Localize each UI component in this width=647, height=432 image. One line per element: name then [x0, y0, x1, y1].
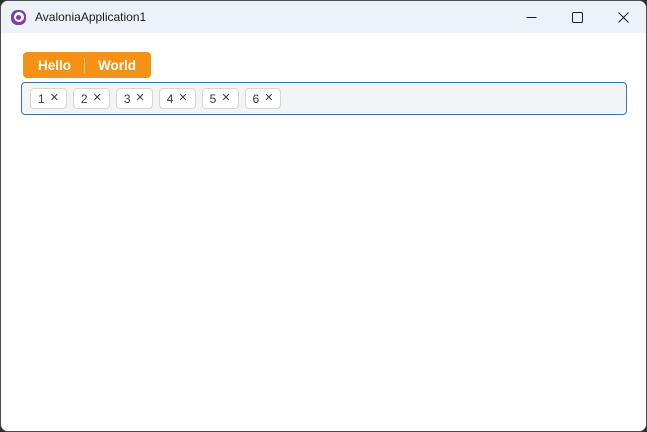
chip-label: 1 — [38, 91, 45, 106]
chip: 3 ✕ — [115, 88, 153, 109]
hello-world-split-button: Hello World — [23, 52, 152, 78]
chip-remove-button[interactable]: ✕ — [264, 93, 273, 104]
chip-label: 6 — [252, 91, 260, 106]
chip-label: 5 — [209, 91, 217, 106]
close-button[interactable] — [600, 1, 646, 33]
chip-label: 3 — [123, 91, 131, 106]
chips-input[interactable]: 1 ✕ 2 ✕ 3 ✕ 4 ✕ 5 ✕ 6 ✕ — [21, 82, 627, 115]
hello-button[interactable]: Hello — [23, 52, 84, 78]
chip-remove-button[interactable]: ✕ — [178, 93, 187, 104]
close-icon — [617, 11, 629, 23]
chip: 2 ✕ — [72, 88, 110, 109]
window-title: AvaloniaApplication1 — [35, 10, 147, 24]
chip: 1 ✕ — [30, 88, 67, 109]
chip: 5 ✕ — [201, 88, 239, 109]
chip-remove-button[interactable]: ✕ — [136, 93, 145, 104]
chip-remove-button[interactable]: ✕ — [93, 93, 102, 104]
caption-buttons — [508, 1, 646, 33]
chip-label: 4 — [166, 91, 174, 106]
chip: 4 ✕ — [158, 88, 196, 109]
chip: 6 ✕ — [244, 88, 282, 109]
title-bar[interactable]: AvaloniaApplication1 — [1, 1, 646, 33]
chip-remove-button[interactable]: ✕ — [221, 93, 230, 104]
chip-label: 2 — [80, 91, 88, 106]
chip-remove-button[interactable]: ✕ — [50, 93, 59, 104]
main-content: Hello World 1 ✕ 2 ✕ 3 ✕ 4 ✕ 5 ✕ 6 ✕ — [1, 33, 646, 431]
avalonia-logo-icon[interactable] — [11, 9, 26, 25]
maximize-button[interactable] — [554, 1, 600, 33]
app-window: AvaloniaApplication1 Hello World 1 ✕ 2 ✕… — [0, 0, 647, 432]
world-button[interactable]: World — [85, 52, 151, 78]
minimize-icon — [526, 12, 537, 23]
minimize-button[interactable] — [508, 1, 554, 33]
maximize-icon — [571, 11, 583, 23]
